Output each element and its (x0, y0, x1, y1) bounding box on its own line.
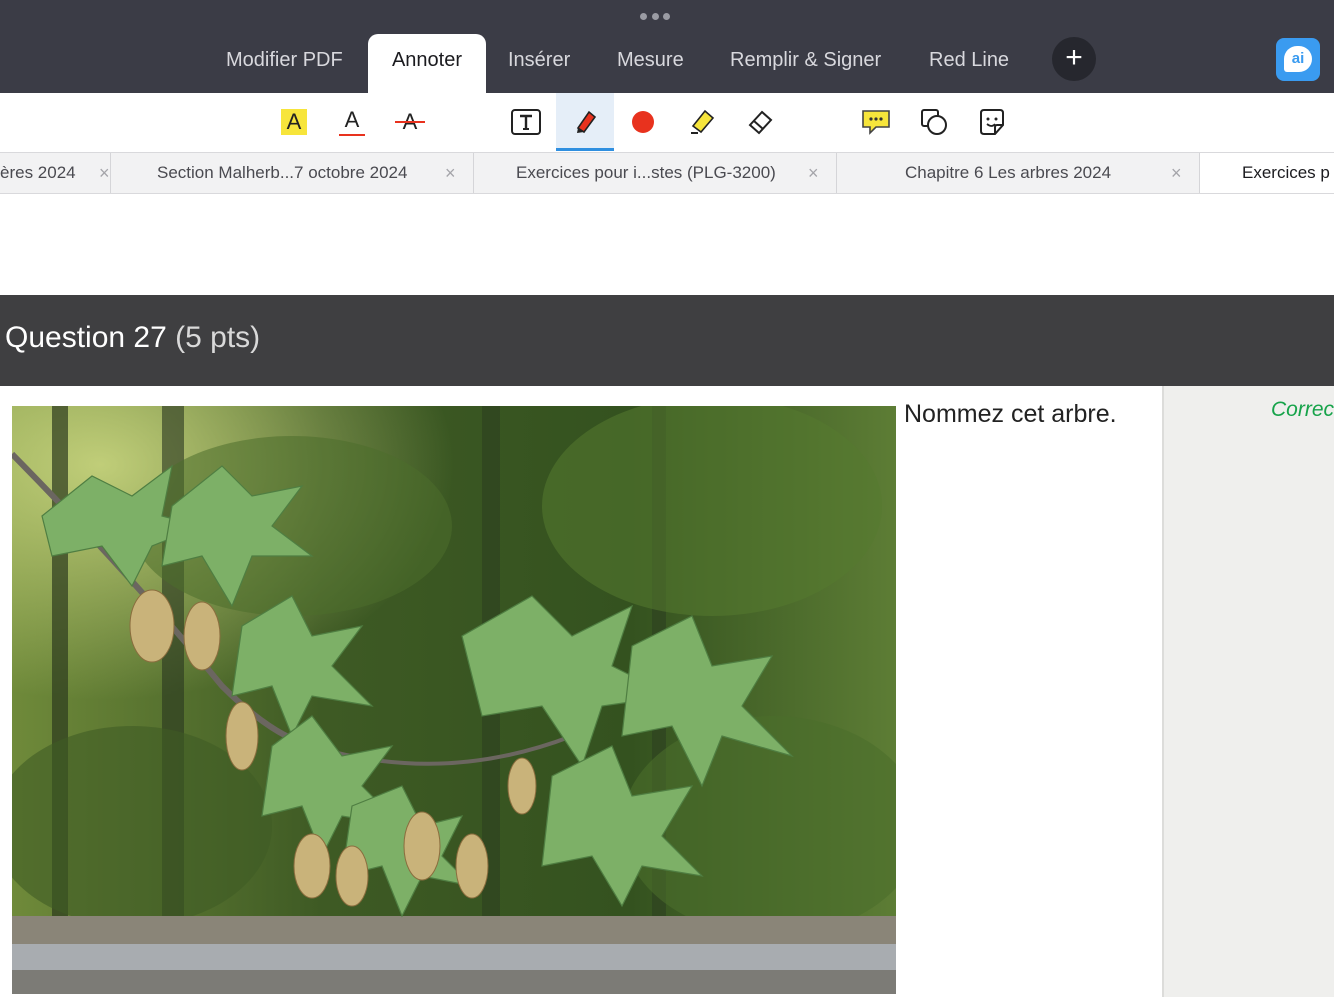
mode-tabs: Modifier PDF Annoter Insérer Mesure Remp… (0, 34, 1334, 93)
question-title: Question 27 (5 pts) (5, 321, 260, 355)
strike-line (395, 121, 425, 123)
sticker-tool[interactable] (963, 93, 1021, 151)
comment-icon (862, 110, 890, 135)
document-tabs: ères 2024 × Section Malherb...7 octobre … (0, 152, 1334, 194)
text-box-tool[interactable] (497, 93, 555, 151)
tab-modifier-pdf[interactable]: Modifier PDF (226, 34, 343, 93)
question-prompt: Nommez cet arbre. (904, 400, 1117, 428)
close-icon[interactable]: × (1171, 153, 1182, 193)
eraser-tool[interactable] (731, 93, 789, 151)
top-bar: Modifier PDF Annoter Insérer Mesure Remp… (0, 0, 1334, 93)
strikethrough-text-tool[interactable]: A (381, 93, 439, 151)
pen-tool[interactable] (556, 93, 614, 151)
document-tab[interactable]: Section Malherb...7 octobre 2024 × (111, 153, 474, 193)
annotation-toolbar: A A A (0, 93, 1334, 152)
tree-photo-image (12, 406, 896, 994)
sticker-icon (980, 109, 1004, 135)
question-header: Question 27 (5 pts) (0, 295, 1334, 386)
correction-label: Correc (1271, 398, 1334, 421)
close-icon[interactable]: × (99, 153, 110, 193)
document-tab-title: Exercices p (1242, 163, 1330, 182)
question-number: Question 27 (5, 321, 167, 354)
tab-mesure[interactable]: Mesure (617, 34, 684, 93)
document-tab[interactable]: Chapitre 6 Les arbres 2024 × (837, 153, 1200, 193)
document-tab[interactable]: Exercices pour i...stes (PLG-3200) × (474, 153, 837, 193)
shapes-icon (921, 109, 947, 135)
ai-assistant-button[interactable]: ai (1276, 38, 1320, 81)
document-tab[interactable]: ères 2024 × (0, 153, 111, 193)
underline-text-tool[interactable]: A (323, 93, 381, 151)
question-body: Nommez cet arbre. (0, 386, 1163, 997)
document-tab-title: Chapitre 6 Les arbres 2024 (905, 163, 1112, 182)
tab-inserer[interactable]: Insérer (508, 34, 570, 93)
document-tab-active[interactable]: Exercices p (1200, 153, 1334, 193)
tab-annoter[interactable]: Annoter (368, 34, 486, 93)
document-tab-title: ères 2024 (0, 163, 76, 182)
underline-text-icon: A (339, 108, 365, 136)
question-points: (5 pts) (175, 321, 261, 354)
text-box-icon (511, 109, 541, 135)
highlight-text-icon: A (281, 109, 307, 135)
document-tab-title: Section Malherb...7 octobre 2024 (157, 163, 408, 182)
page-top-margin (0, 194, 1334, 295)
add-tab-button[interactable]: + (1052, 37, 1096, 81)
close-icon[interactable]: × (445, 153, 456, 193)
tree-photo (12, 406, 896, 994)
highlighter-tool[interactable] (673, 93, 731, 151)
window-grabber[interactable] (640, 11, 670, 21)
color-dot-icon (632, 111, 654, 133)
close-icon[interactable]: × (808, 153, 819, 193)
correction-panel: Correc (1162, 386, 1334, 997)
tab-red-line[interactable]: Red Line (929, 34, 1009, 93)
comment-tool[interactable] (847, 93, 905, 151)
ai-icon: ai (1284, 46, 1312, 72)
strikethrough-text-icon: A (395, 109, 425, 135)
highlighter-icon (691, 109, 715, 134)
highlight-text-tool[interactable]: A (265, 93, 323, 151)
tab-remplir-signer[interactable]: Remplir & Signer (730, 34, 881, 93)
document-tab-title: Exercices pour i...stes (PLG-3200) (516, 163, 776, 182)
eraser-icon (748, 110, 773, 135)
pen-icon (576, 110, 597, 133)
color-picker-tool[interactable] (614, 93, 672, 151)
shapes-tool[interactable] (905, 93, 963, 151)
